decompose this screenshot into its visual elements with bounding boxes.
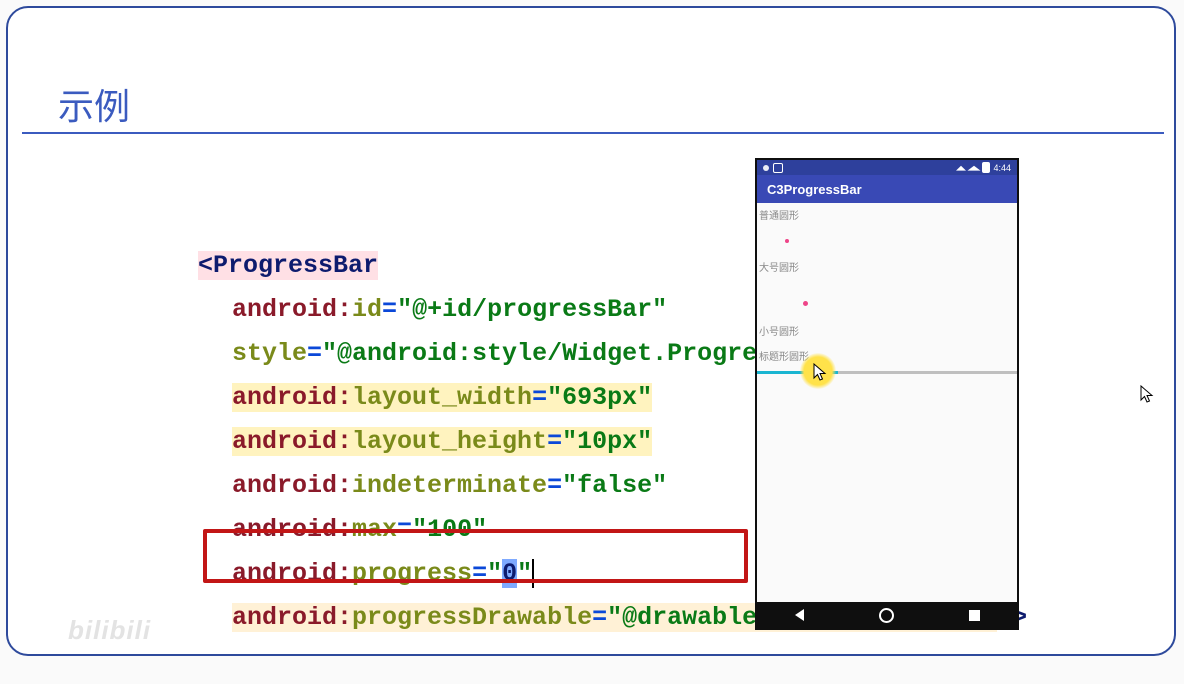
attr-ind-val: "false" bbox=[562, 471, 667, 500]
attr-lh-val: "10px" bbox=[562, 427, 652, 456]
attr-id-ns: android: bbox=[232, 295, 352, 324]
nav-home-icon[interactable] bbox=[879, 608, 894, 623]
label-large-circle: 大号圆形 bbox=[759, 259, 799, 274]
attr-id-val: "@+id/progressBar" bbox=[397, 295, 667, 324]
nav-back-icon[interactable] bbox=[795, 609, 804, 621]
slide-title: 示例 bbox=[58, 78, 130, 130]
horizontal-progressbar[interactable] bbox=[757, 371, 1017, 374]
phone-mock: 4:44 C3ProgressBar 普通圆形 大号圆形 小号圆形 标题形圆形 bbox=[755, 158, 1019, 630]
status-left bbox=[763, 163, 783, 173]
attr-prog-ns: android: bbox=[232, 559, 352, 588]
attr-pd-name: progressDrawable bbox=[352, 603, 592, 632]
status-right: 4:44 bbox=[956, 162, 1011, 173]
cursor-icon bbox=[813, 363, 829, 383]
attr-prog-eq: = bbox=[472, 559, 487, 588]
attr-pd-ns: android: bbox=[232, 603, 352, 632]
app-bar: C3ProgressBar bbox=[757, 175, 1017, 203]
battery-icon bbox=[982, 162, 990, 173]
label-title-circle: 标题形圆形 bbox=[759, 348, 809, 363]
attr-lw-eq: = bbox=[532, 383, 547, 412]
attr-max-ns: android: bbox=[232, 515, 352, 544]
attr-lw-val: "693px" bbox=[547, 383, 652, 412]
attr-prog-q2: " bbox=[517, 559, 534, 588]
label-normal-circle: 普通圆形 bbox=[759, 207, 799, 222]
attr-id-name: id bbox=[352, 295, 382, 324]
attr-prog-q1: " bbox=[487, 559, 502, 588]
code-tag-open: <ProgressBar bbox=[198, 251, 378, 280]
phone-body: 普通圆形 大号圆形 小号圆形 标题形圆形 bbox=[757, 203, 1017, 602]
spinner-dot-2 bbox=[803, 301, 808, 306]
attr-ind-name: indeterminate bbox=[352, 471, 547, 500]
attr-max-val: "100" bbox=[412, 515, 487, 544]
app-title: C3ProgressBar bbox=[767, 182, 862, 197]
label-small-circle: 小号圆形 bbox=[759, 323, 799, 338]
attr-ind-ns: android: bbox=[232, 471, 352, 500]
android-navbar bbox=[757, 602, 1017, 628]
attr-lw-name: layout_width bbox=[352, 383, 532, 412]
spinner-dot-1 bbox=[785, 239, 789, 243]
signal-icon bbox=[968, 166, 981, 171]
attr-lh-name: layout_height bbox=[352, 427, 547, 456]
attr-style-eq: = bbox=[307, 339, 322, 368]
title-divider bbox=[22, 132, 1164, 134]
attr-prog-name: progress bbox=[352, 559, 472, 588]
attr-id-eq: = bbox=[382, 295, 397, 324]
attr-pd-eq: = bbox=[592, 603, 607, 632]
attr-prog-zero: 0 bbox=[502, 559, 517, 588]
wifi-icon bbox=[956, 166, 966, 171]
attr-max-name: max bbox=[352, 515, 397, 544]
status-card-icon bbox=[773, 163, 783, 173]
watermark: bilibili bbox=[68, 615, 151, 646]
attr-style-name: style bbox=[232, 339, 307, 368]
attr-max-eq: = bbox=[397, 515, 412, 544]
nav-recent-icon[interactable] bbox=[969, 610, 980, 621]
status-dot-icon bbox=[763, 165, 769, 171]
attr-lh-ns: android: bbox=[232, 427, 352, 456]
slide-frame: 示例 <ProgressBar android:id="@+id/progres… bbox=[6, 6, 1176, 656]
attr-ind-eq: = bbox=[547, 471, 562, 500]
status-time: 4:44 bbox=[993, 163, 1011, 173]
status-bar: 4:44 bbox=[757, 160, 1017, 175]
outer-cursor-icon bbox=[1140, 385, 1156, 405]
attr-lw-ns: android: bbox=[232, 383, 352, 412]
attr-lh-eq: = bbox=[547, 427, 562, 456]
